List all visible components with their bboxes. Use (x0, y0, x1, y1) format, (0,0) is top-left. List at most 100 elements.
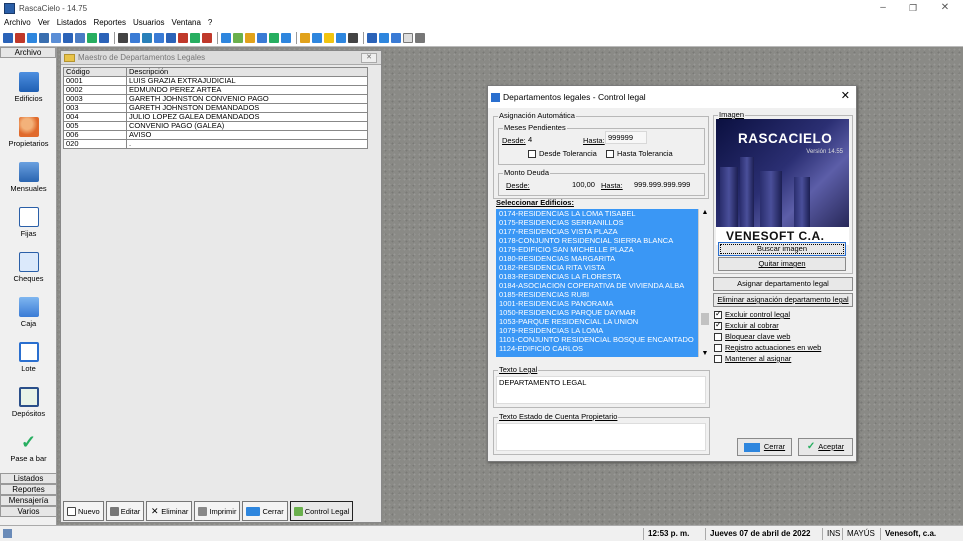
checkbox-box[interactable] (714, 355, 722, 364)
toolbar-icon[interactable] (154, 32, 164, 43)
list-item[interactable]: 1124-EDIFICIO CARLOS (496, 344, 698, 353)
list-item[interactable]: 0174-RESIDENCIAS LA LOMA TISABEL (496, 209, 698, 218)
menu-ventana[interactable]: Ventana (172, 18, 201, 27)
toolbar-icon[interactable] (391, 32, 401, 43)
sidebar-item-edificios[interactable]: Edificios (0, 72, 57, 103)
toolbar-icon[interactable] (245, 32, 255, 43)
cerrar-button[interactable]: Cerrar (242, 501, 288, 521)
toolbar-icon[interactable] (202, 32, 212, 43)
toolbar-icon[interactable] (27, 32, 37, 43)
toolbar-icon[interactable] (3, 32, 13, 43)
sidebar-item-caja[interactable]: Caja (0, 297, 57, 328)
buscar-imagen-button[interactable]: Buscar imagen (718, 242, 846, 256)
toolbar-icon[interactable] (87, 32, 97, 43)
close-button[interactable]: ✕ (930, 0, 960, 16)
sidebar-tab-archivo[interactable]: Archivo (0, 47, 56, 58)
texto-legal-textarea[interactable]: DEPARTAMENTO LEGAL (496, 376, 706, 404)
asignar-button[interactable]: Asignar departamento legal (713, 277, 853, 291)
toolbar-icon[interactable] (190, 32, 200, 43)
toolbar-icon[interactable] (257, 32, 267, 43)
excluir-al-cobrar-checkbox[interactable]: Excluir al cobrar (714, 320, 779, 331)
toolbar-icon[interactable] (300, 32, 310, 43)
meses-desde-value[interactable]: 4 (528, 135, 532, 144)
toolbar-icon[interactable] (51, 32, 61, 43)
sidebar-item-fijas[interactable]: Fijas (0, 207, 57, 238)
checkbox-box[interactable] (714, 333, 722, 342)
toolbar-icon[interactable] (324, 32, 334, 43)
toolbar-icon[interactable] (166, 32, 176, 43)
table-row[interactable]: 006 AVISO (63, 130, 368, 140)
list-item[interactable]: 0175-RESIDENCIAS SERRANILLOS (496, 218, 698, 227)
checkbox-box[interactable] (714, 309, 722, 320)
checkbox-box[interactable] (528, 150, 536, 159)
list-item[interactable]: 0183-RESIDENCIAS LA FLORESTA (496, 272, 698, 281)
toolbar-icon[interactable] (312, 32, 322, 43)
menu-ver[interactable]: Ver (38, 18, 50, 27)
hasta-tolerancia-checkbox[interactable]: Hasta Tolerancia (606, 149, 673, 159)
meses-hasta-input[interactable]: 999999 (605, 131, 647, 144)
sidebar-item-mensuales[interactable]: Mensuales (0, 162, 57, 193)
maximize-button[interactable]: ❐ (898, 0, 928, 16)
dialog-cerrar-button[interactable]: Cerrar (737, 438, 792, 456)
list-item[interactable]: 0185-RESIDENCIAS RUBI (496, 290, 698, 299)
toolbar-icon[interactable] (130, 32, 140, 43)
menu-help[interactable]: ? (208, 18, 212, 27)
eliminar-asignacion-button[interactable]: Eliminar asignación departamento legal (713, 293, 853, 307)
sidebar-item-cheques[interactable]: Cheques (0, 252, 57, 283)
texto-estado-textarea[interactable] (496, 423, 706, 451)
toolbar-icon[interactable] (367, 32, 377, 43)
toolbar-icon[interactable] (269, 32, 279, 43)
toolbar-icon[interactable] (142, 32, 152, 43)
menu-listados[interactable]: Listados (57, 18, 87, 27)
checkbox-box[interactable] (714, 344, 722, 353)
dialog-close-button[interactable]: ✕ (841, 90, 850, 102)
monto-desde-value[interactable]: 100,00 (572, 180, 595, 189)
table-row[interactable]: 020. (63, 139, 368, 149)
toolbar-icon[interactable] (379, 32, 389, 43)
eliminar-button[interactable]: ✕ Eliminar (146, 501, 193, 521)
toolbar-icon[interactable] (336, 32, 346, 43)
monto-hasta-value[interactable]: 999.999.999.999 (634, 180, 690, 189)
desde-tolerancia-checkbox[interactable]: Desde Tolerancia (528, 149, 597, 159)
toolbar-icon[interactable] (39, 32, 49, 43)
toolbar-icon[interactable] (75, 32, 85, 43)
toolbar-icon[interactable] (403, 32, 413, 43)
registro-actuaciones-checkbox[interactable]: Registro actuaciones en web (714, 343, 821, 353)
imprimir-button[interactable]: Imprimir (194, 501, 241, 521)
quitar-imagen-button[interactable]: Quitar imagen (718, 257, 846, 271)
bloquear-clave-web-checkbox[interactable]: Bloquear clave web (714, 332, 790, 342)
sidebar-tab-mensajeria[interactable]: Mensajería (0, 495, 57, 506)
toolbar-icon[interactable] (99, 32, 109, 43)
edificios-scrollbar[interactable]: ▲ ▼ (698, 209, 710, 357)
menu-archivo[interactable]: Archivo (4, 18, 31, 27)
sidebar-tab-reportes[interactable]: Reportes (0, 484, 57, 495)
list-item[interactable]: 1101-CONJUNTO RESIDENCIAL BOSQUE ENCANTA… (496, 335, 698, 344)
menu-usuarios[interactable]: Usuarios (133, 18, 165, 27)
scroll-thumb[interactable] (701, 313, 709, 325)
list-item[interactable]: 0178-CONJUNTO RESIDENCIAL SIERRA BLANCA (496, 236, 698, 245)
control-legal-button[interactable]: Control Legal (289, 501, 354, 521)
scroll-up-icon[interactable]: ▲ (699, 209, 711, 216)
sidebar-tab-varios[interactable]: Varios (0, 506, 57, 517)
toolbar-icon[interactable] (63, 32, 73, 43)
excluir-control-legal-checkbox[interactable]: Excluir control legal (714, 309, 790, 320)
toolbar-icon[interactable] (281, 32, 291, 43)
toolbar-icon[interactable] (178, 32, 188, 43)
editar-button[interactable]: Editar (105, 501, 145, 521)
list-item[interactable]: 0180-RESIDENCIAS MARGARITA (496, 254, 698, 263)
list-item[interactable]: 1001-RESIDENCIAS PANORAMA (496, 299, 698, 308)
checkbox-box[interactable] (606, 150, 614, 159)
maestro-close-button[interactable]: ✕ (361, 53, 377, 63)
list-item[interactable]: 0179-EDIFICIO SAN MICHELLE PLAZA (496, 245, 698, 254)
list-item[interactable]: 0182-RESIDENCIA RITA VISTA (496, 263, 698, 272)
sidebar-item-propietarios[interactable]: Propietarios (0, 117, 57, 148)
table-row[interactable]: 005 CONVENIO PAGO (GALEA) (63, 121, 368, 131)
toolbar-icon[interactable] (118, 32, 128, 43)
mantener-al-asignar-checkbox[interactable]: Mantener al asignar (714, 354, 791, 364)
menu-reportes[interactable]: Reportes (94, 18, 126, 27)
sidebar-tab-listados[interactable]: Listados (0, 473, 57, 484)
checkbox-box[interactable] (714, 320, 722, 331)
list-item[interactable]: 1079-RESIDENCIAS LA LOMA (496, 326, 698, 335)
toolbar-icon[interactable] (348, 32, 358, 43)
list-item[interactable]: 0177-RESIDENCIAS VISTA PLAZA (496, 227, 698, 236)
